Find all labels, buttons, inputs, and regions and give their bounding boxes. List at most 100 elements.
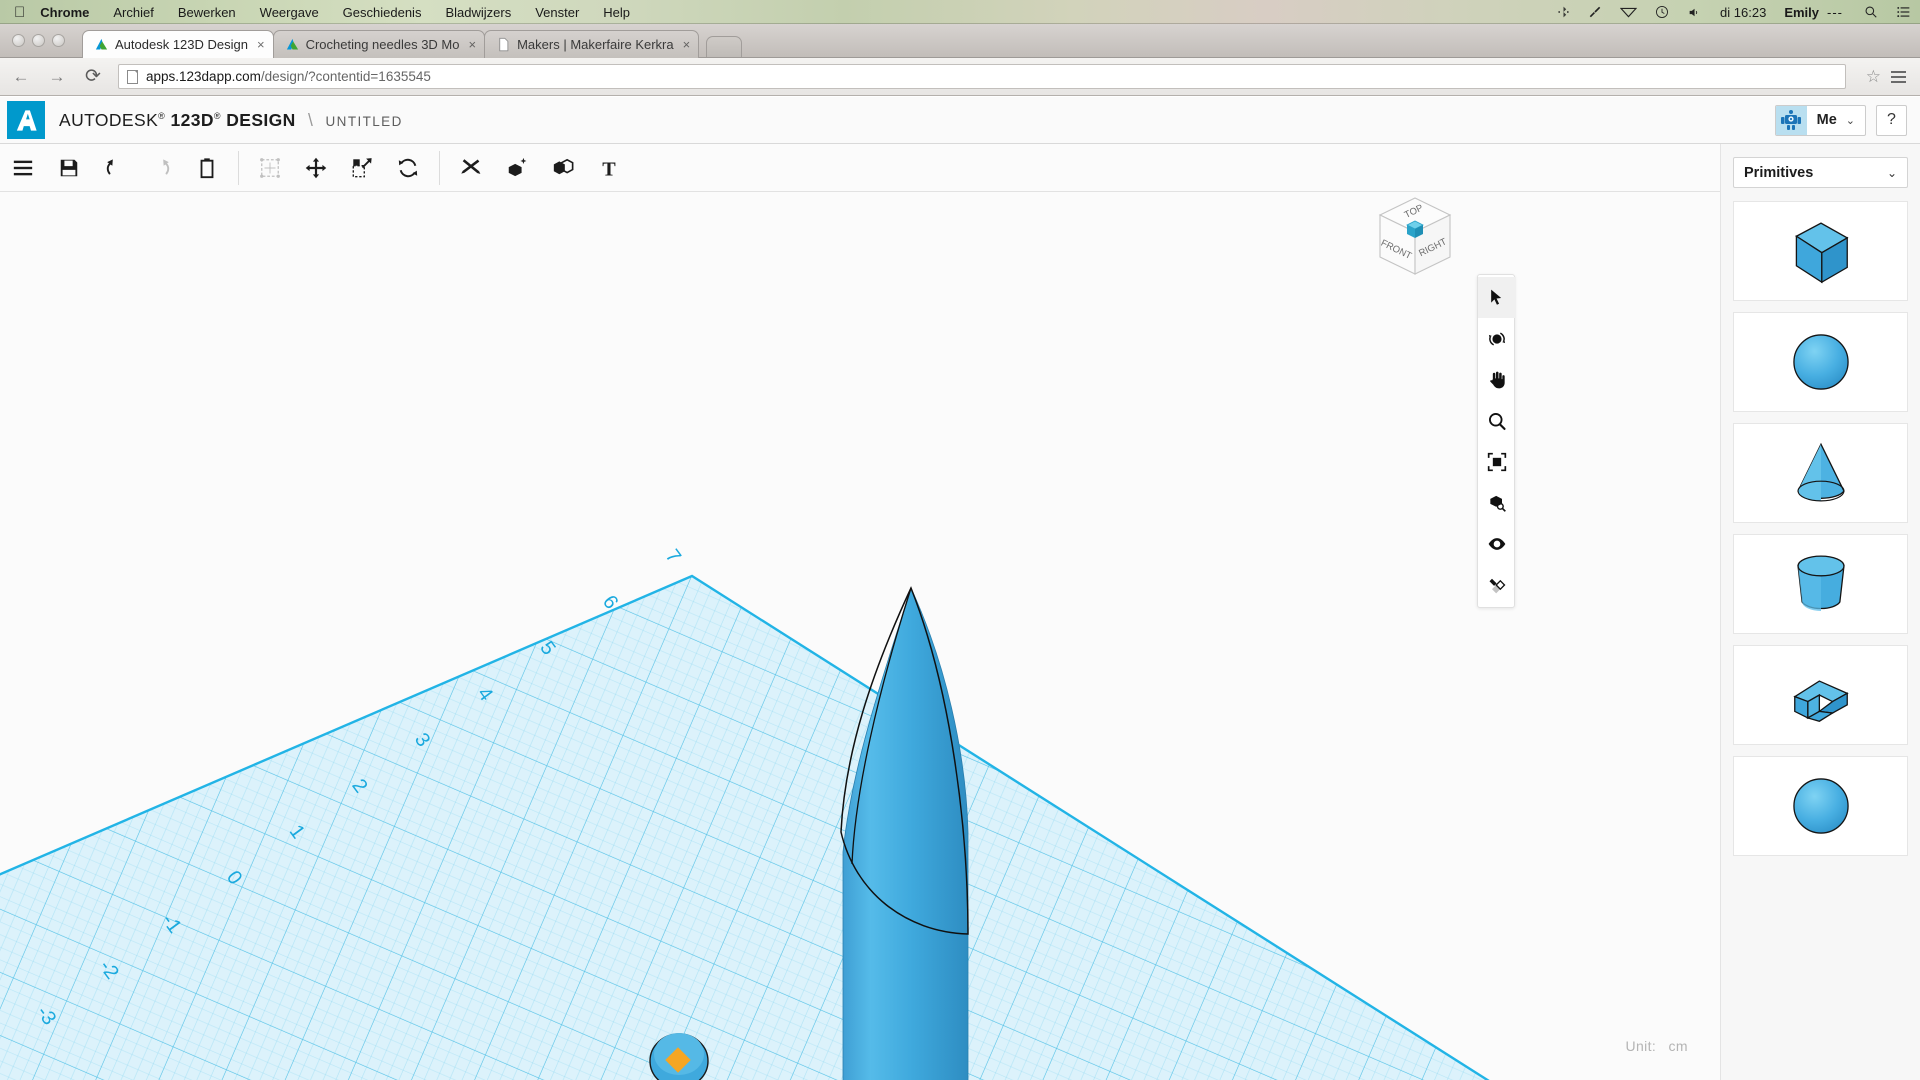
menu-bladwijzers[interactable]: Bladwijzers <box>433 5 523 20</box>
menu-geschiedenis[interactable]: Geschiedenis <box>331 5 434 20</box>
svg-text:T: T <box>602 158 616 179</box>
autodesk-favicon <box>285 37 300 52</box>
ruler-tick-12: 7 <box>661 545 685 567</box>
brand-autodesk: AUTODESK <box>59 109 159 130</box>
undo-button[interactable] <box>92 145 138 191</box>
primitives-panel: Primitives ⌄ <box>1720 144 1920 1080</box>
construct-button[interactable] <box>494 145 540 191</box>
browser-tab-strip: Autodesk 123D Design × Crocheting needle… <box>0 24 1920 58</box>
select-tool[interactable] <box>1478 277 1516 318</box>
text-button[interactable]: T <box>586 145 632 191</box>
save-button[interactable] <box>46 145 92 191</box>
browser-tab-1[interactable]: Crocheting needles 3D Mo × <box>272 30 486 58</box>
redo-button[interactable] <box>138 145 184 191</box>
forward-icon[interactable]: → <box>42 62 72 92</box>
browser-tab-2[interactable]: Makers | Makerfaire Kerkra × <box>484 30 700 58</box>
account-button[interactable]: Me ⌄ <box>1774 104 1866 136</box>
notification-center-icon[interactable] <box>1887 5 1920 19</box>
volume-icon[interactable] <box>1678 6 1710 19</box>
view-cube[interactable]: TOP FRONT RIGHT <box>1360 192 1470 292</box>
cylinder-icon <box>1796 555 1845 612</box>
eyedropper-icon[interactable] <box>1579 5 1611 19</box>
menubar-user[interactable]: Emily <box>1776 5 1827 20</box>
visibility-tool[interactable] <box>1478 523 1516 564</box>
navigation-toolbar <box>1477 274 1516 608</box>
paste-button[interactable] <box>184 145 230 191</box>
back-icon[interactable]: ← <box>6 62 36 92</box>
primitive-cone[interactable] <box>1733 423 1908 523</box>
chrome-menu-icon[interactable] <box>1891 70 1920 83</box>
torus-icon <box>1792 778 1849 834</box>
zoom-tool[interactable] <box>1478 400 1516 441</box>
menu-archief[interactable]: Archief <box>101 5 165 20</box>
title-separator: \ <box>307 109 314 130</box>
orbit-tool[interactable] <box>1478 318 1516 359</box>
snap-tool[interactable] <box>1478 564 1516 605</box>
workplane-grid: -5-4-3-2-101234567 <box>0 545 1680 1080</box>
browser-tab-close-0[interactable]: × <box>257 37 265 52</box>
design-canvas[interactable]: -5-4-3-2-101234567 TOP FRONT RIGHT <box>0 192 1720 1080</box>
unit-indicator: Unit: cm <box>1625 1038 1688 1054</box>
reload-icon[interactable]: ⟳ <box>78 62 108 92</box>
toolbar-divider <box>238 150 239 185</box>
menubar-clock[interactable]: di 16:23 <box>1710 5 1776 20</box>
menu-chrome[interactable]: Chrome <box>38 5 101 20</box>
browser-tab-title-1: Crocheting needles 3D Mo <box>305 37 460 52</box>
window-zoom-button[interactable] <box>52 34 65 47</box>
menu-button[interactable] <box>0 145 46 191</box>
primitive-wedge[interactable] <box>1733 645 1908 745</box>
combine-button[interactable] <box>540 145 586 191</box>
primitive-sphere[interactable] <box>1733 312 1908 412</box>
browser-toolbar: ← → ⟳ apps.123dapp.com /design/?contenti… <box>0 58 1920 96</box>
robot-avatar-icon <box>1775 105 1807 135</box>
scale-button[interactable] <box>339 145 385 191</box>
timemachine-icon[interactable] <box>1646 5 1678 19</box>
sketch-button[interactable] <box>448 145 494 191</box>
zoom-object-tool[interactable] <box>1478 482 1516 523</box>
primitive-torus[interactable] <box>1733 756 1908 856</box>
window-minimize-button[interactable] <box>32 34 45 47</box>
rotate-button[interactable] <box>385 145 431 191</box>
chevron-down-icon: ⌄ <box>1845 114 1855 127</box>
page-title: AUTODESK® 123D® DESIGN \ UNTITLED <box>59 110 403 131</box>
menu-weergave[interactable]: Weergave <box>248 5 331 20</box>
window-close-button[interactable] <box>12 34 25 47</box>
bluetooth-icon[interactable] <box>1548 5 1579 19</box>
url-host: apps.123dapp.com <box>146 69 261 84</box>
spotlight-search-icon[interactable] <box>1855 5 1887 19</box>
address-bar[interactable]: apps.123dapp.com /design/?contentid=1635… <box>118 64 1846 89</box>
account-label: Me <box>1816 112 1837 128</box>
new-tab-button[interactable] <box>706 36 743 57</box>
browser-tab-0[interactable]: Autodesk 123D Design × <box>82 30 274 58</box>
brand-design: DESIGN <box>226 109 296 130</box>
help-button[interactable]: ? <box>1876 104 1907 136</box>
select-button[interactable] <box>247 145 293 191</box>
fit-tool[interactable] <box>1478 441 1516 482</box>
bookmark-star-icon[interactable]: ☆ <box>1856 67 1891 87</box>
primitives-list <box>1733 201 1908 856</box>
primitives-category-label: Primitives <box>1744 164 1814 181</box>
browser-tabs: Autodesk 123D Design × Crocheting needle… <box>82 30 743 58</box>
box-icon <box>1794 222 1849 284</box>
wifi-icon[interactable] <box>1611 6 1646 18</box>
wedge-icon <box>1792 680 1849 722</box>
menu-help[interactable]: Help <box>591 5 642 20</box>
browser-tab-close-1[interactable]: × <box>469 37 477 52</box>
page-info-icon <box>127 69 138 84</box>
header-actions: Me ⌄ ? <box>1774 104 1920 136</box>
toolbar-divider <box>439 150 440 185</box>
primitive-box[interactable] <box>1733 201 1908 301</box>
primitives-category-dropdown[interactable]: Primitives ⌄ <box>1733 157 1908 188</box>
menu-venster[interactable]: Venster <box>523 5 591 20</box>
app-header: AUTODESK® 123D® DESIGN \ UNTITLED Me ⌄ ? <box>0 97 1920 144</box>
move-button[interactable] <box>293 145 339 191</box>
apple-menu-icon[interactable]:  <box>0 5 38 20</box>
browser-tab-close-2[interactable]: × <box>683 37 691 52</box>
primitive-cylinder[interactable] <box>1733 534 1908 634</box>
unit-value: cm <box>1668 1038 1688 1054</box>
mac-menu-bar:  Chrome Archief Bewerken Weergave Gesch… <box>0 0 1920 24</box>
pan-tool[interactable] <box>1478 359 1516 400</box>
menu-bewerken[interactable]: Bewerken <box>166 5 248 20</box>
cone-icon <box>1796 442 1845 502</box>
autodesk-favicon <box>94 37 109 52</box>
